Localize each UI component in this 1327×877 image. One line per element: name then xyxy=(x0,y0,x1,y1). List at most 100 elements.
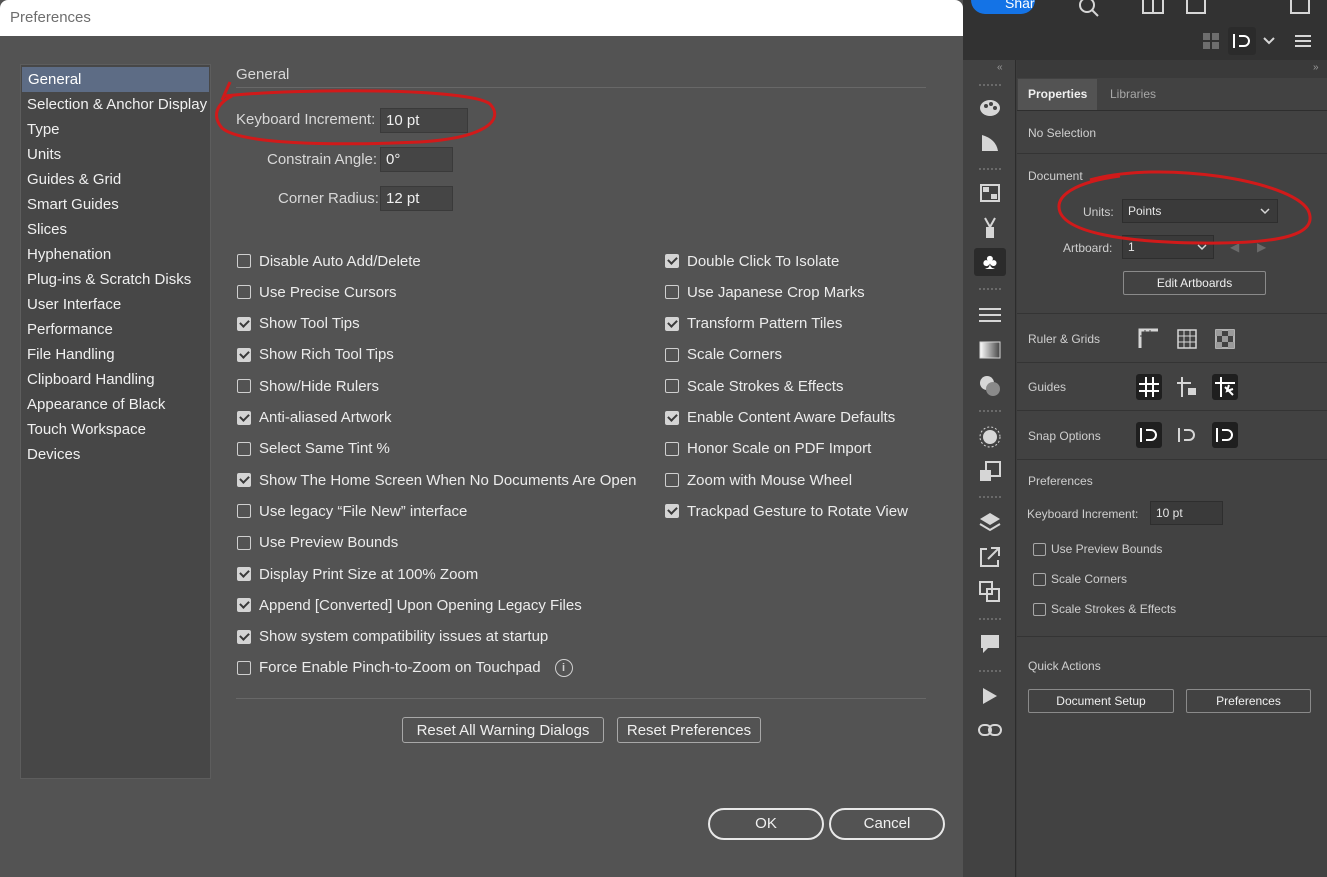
search-icon[interactable] xyxy=(1076,0,1102,20)
snap-to-pixel-icon[interactable] xyxy=(1212,422,1238,448)
anti-aliased-artwork-checkbox[interactable]: Anti-aliased Artwork xyxy=(237,408,392,428)
next-artboard-icon[interactable]: ▶ xyxy=(1257,240,1266,254)
keyboard-increment-input[interactable]: 10 pt xyxy=(1150,501,1223,525)
smart-guides-icon[interactable] xyxy=(1212,374,1238,400)
sidebar-item-touch-workspace[interactable]: Touch Workspace xyxy=(21,417,210,442)
layers-icon[interactable] xyxy=(977,509,1003,535)
sidebar-item-appearance-of-black[interactable]: Appearance of Black xyxy=(21,392,210,417)
use-preview-bounds-checkbox[interactable]: Use Preview Bounds xyxy=(1033,542,1162,556)
scale-strokes-effects-checkbox[interactable]: Scale Strokes & Effects xyxy=(665,376,843,396)
disable-auto-add-delete-checkbox[interactable]: Disable Auto Add/Delete xyxy=(237,251,421,271)
sidebar-item-selection-anchor-display[interactable]: Selection & Anchor Display xyxy=(21,92,210,117)
edit-artboards-button[interactable]: Edit Artboards xyxy=(1123,271,1266,295)
color-guide-icon[interactable] xyxy=(977,130,1003,156)
tab-properties[interactable]: Properties xyxy=(1018,79,1098,110)
sidebar-item-performance[interactable]: Performance xyxy=(21,317,210,342)
checkbox-box[interactable] xyxy=(665,504,679,519)
checkbox-box[interactable] xyxy=(237,410,251,425)
artboards-icon[interactable] xyxy=(977,579,1003,605)
links-icon[interactable] xyxy=(977,717,1003,743)
stroke-icon[interactable] xyxy=(977,302,1003,328)
scale-corners-checkbox[interactable]: Scale Corners xyxy=(665,345,782,365)
gradient-icon[interactable] xyxy=(977,337,1003,363)
expand-icon[interactable]: » xyxy=(1313,62,1319,73)
panel-grip[interactable] xyxy=(979,496,1001,500)
append-converted-upon-opening-legacy-files-checkbox[interactable]: Append [Converted] Upon Opening Legacy F… xyxy=(237,595,582,615)
use-precise-cursors-checkbox[interactable]: Use Precise Cursors xyxy=(237,282,397,302)
select-same-tint-checkbox[interactable]: Select Same Tint % xyxy=(237,439,390,459)
snap-to-grid-icon[interactable] xyxy=(1174,422,1200,448)
appearance-icon[interactable] xyxy=(977,424,1003,450)
display-print-size-at-100-zoom-checkbox[interactable]: Display Print Size at 100% Zoom xyxy=(237,564,478,584)
grid-icon[interactable] xyxy=(1174,326,1200,352)
sidebar-item-plugins-scratch-disks[interactable]: Plug-ins & Scratch Disks xyxy=(21,267,210,292)
chevron-down-icon[interactable] xyxy=(1256,28,1282,54)
reset-warning-dialogs-button[interactable]: Reset All Warning Dialogs xyxy=(402,717,604,743)
checkbox-box[interactable] xyxy=(237,567,251,581)
sidebar-item-clipboard-handling[interactable]: Clipboard Handling xyxy=(21,367,210,392)
reset-preferences-button[interactable]: Reset Preferences xyxy=(617,717,761,743)
scale-corners-checkbox[interactable]: Scale Corners xyxy=(1033,572,1127,586)
show-hide-rulers-checkbox[interactable]: Show/Hide Rulers xyxy=(237,376,379,396)
sidebar-item-type[interactable]: Type xyxy=(21,117,210,142)
constrain-angle-input[interactable]: 0° xyxy=(380,147,453,172)
checkbox-box[interactable] xyxy=(665,473,679,488)
tab-libraries[interactable]: Libraries xyxy=(1100,79,1166,110)
panel-grip[interactable] xyxy=(979,410,1001,414)
show-tool-tips-checkbox[interactable]: Show Tool Tips xyxy=(237,314,360,334)
checkbox-box[interactable] xyxy=(237,535,251,550)
ok-button[interactable]: OK xyxy=(708,808,824,840)
lock-guides-icon[interactable] xyxy=(1174,374,1200,400)
scale-strokes-effects-checkbox[interactable]: Scale Strokes & Effects xyxy=(1033,602,1176,616)
checkbox-box[interactable] xyxy=(237,598,251,613)
actions-play-icon[interactable] xyxy=(977,683,1003,709)
checkbox-box[interactable] xyxy=(665,285,679,300)
panel-grip[interactable] xyxy=(979,168,1001,172)
checkbox-box[interactable] xyxy=(237,473,251,488)
panel-menu-icon[interactable] xyxy=(1287,0,1313,18)
symbols-icon[interactable]: ♣ xyxy=(974,248,1006,276)
info-icon[interactable]: i xyxy=(554,658,573,677)
ruler-icon[interactable] xyxy=(1136,326,1162,352)
document-setup-button[interactable]: Document Setup xyxy=(1028,689,1174,713)
export-icon[interactable] xyxy=(977,544,1003,570)
show-rich-tool-tips-checkbox[interactable]: Show Rich Tool Tips xyxy=(237,345,394,365)
trackpad-gesture-to-rotate-view-checkbox[interactable]: Trackpad Gesture to Rotate View xyxy=(665,501,908,521)
checkbox-box[interactable] xyxy=(665,316,679,331)
panel-grip[interactable] xyxy=(979,618,1001,622)
checkbox-box[interactable] xyxy=(237,441,251,456)
checkbox-box[interactable] xyxy=(237,254,251,268)
checkbox-box[interactable] xyxy=(237,660,251,675)
zoom-with-mouse-wheel-checkbox[interactable]: Zoom with Mouse Wheel xyxy=(665,470,852,490)
checkbox-box[interactable] xyxy=(665,347,679,362)
cancel-button[interactable]: Cancel xyxy=(829,808,945,840)
transparency-grid-icon[interactable] xyxy=(1212,326,1238,352)
list-menu-icon[interactable] xyxy=(1290,28,1316,54)
double-click-to-isolate-checkbox[interactable]: Double Click To Isolate xyxy=(665,251,839,271)
panel-grip[interactable] xyxy=(979,670,1001,674)
transparency-icon[interactable] xyxy=(977,373,1003,399)
use-preview-bounds-checkbox[interactable]: Use Preview Bounds xyxy=(237,533,398,553)
panel-grip[interactable] xyxy=(979,288,1001,292)
sidebar-item-devices[interactable]: Devices xyxy=(21,442,210,467)
sidebar-item-smart-guides[interactable]: Smart Guides xyxy=(21,192,210,217)
units-select[interactable]: Points xyxy=(1122,199,1278,223)
sidebar-item-units[interactable]: Units xyxy=(21,142,210,167)
checkbox-box[interactable] xyxy=(665,441,679,456)
panel-grip[interactable] xyxy=(979,84,1001,88)
comments-icon[interactable] xyxy=(977,631,1003,657)
prev-artboard-icon[interactable]: ◀ xyxy=(1230,240,1239,254)
color-palette-icon[interactable] xyxy=(977,95,1003,121)
enable-content-aware-defaults-checkbox[interactable]: Enable Content Aware Defaults xyxy=(665,408,895,428)
checkbox-box[interactable] xyxy=(237,347,251,362)
graphic-styles-icon[interactable] xyxy=(977,459,1003,485)
checkbox-box[interactable] xyxy=(665,410,679,425)
checkbox-box[interactable] xyxy=(237,285,251,300)
swatches-icon[interactable] xyxy=(977,180,1003,206)
workspace-icon[interactable] xyxy=(1183,0,1209,18)
checkbox-box[interactable] xyxy=(665,379,679,394)
checkbox-box[interactable] xyxy=(237,379,251,394)
preferences-button[interactable]: Preferences xyxy=(1186,689,1311,713)
corner-radius-input[interactable]: 12 pt xyxy=(380,186,453,211)
sidebar-item-general[interactable]: General xyxy=(22,67,209,92)
